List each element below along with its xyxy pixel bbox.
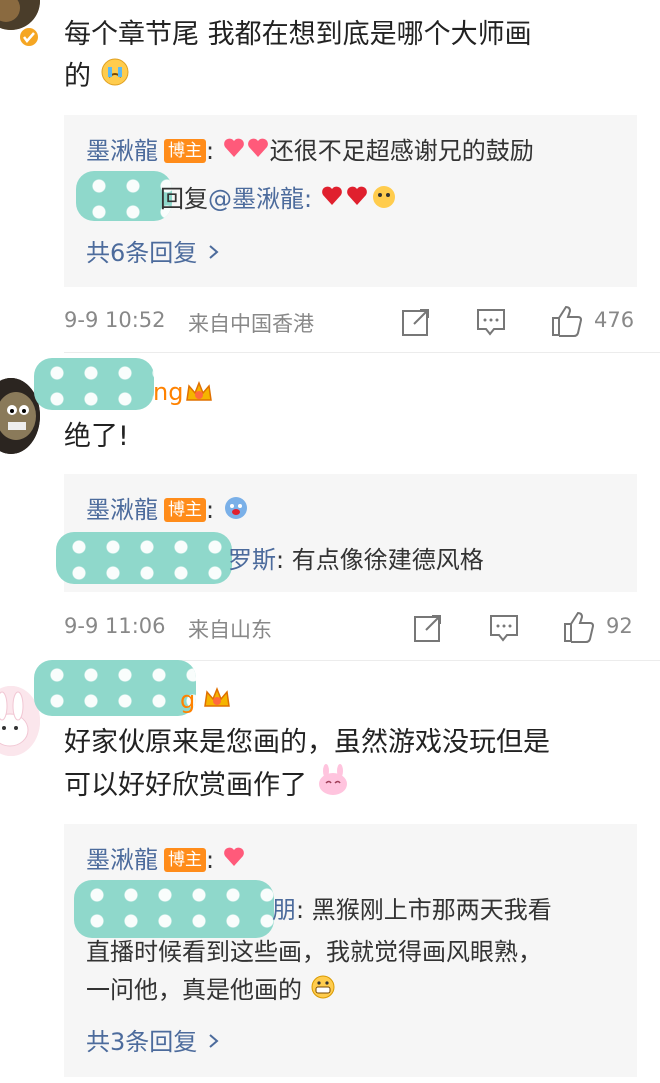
emoji-icon (222, 494, 250, 530)
bunny-emoji-icon (316, 764, 350, 809)
divider (64, 352, 660, 353)
crown-badge-icon (202, 684, 232, 716)
share-icon[interactable] (412, 612, 444, 648)
reply-text: 还很不足超感谢兄的鼓励 (269, 137, 534, 165)
author-badge: 博主 (164, 139, 206, 163)
reply-author[interactable]: 墨湫龍 (86, 137, 158, 165)
comment-time: 9-9 11:06 (64, 614, 166, 638)
comment-time: 9-9 10:52 (64, 308, 166, 332)
crown-badge-icon (184, 378, 214, 410)
like-count: 476 (594, 308, 635, 332)
more-chevron-icon (205, 1028, 223, 1056)
more-chevron-icon (205, 239, 223, 267)
reply-box[interactable]: 墨湫龍 博主: 还很不足超感谢兄的鼓励 回复@墨湫龍: 共6条回复 (64, 115, 637, 287)
grin-emoji-icon (310, 974, 336, 1010)
like-icon[interactable] (562, 610, 596, 648)
share-icon[interactable] (400, 306, 432, 342)
mention-link[interactable]: @墨湫龍: (208, 185, 312, 213)
blurred-username (74, 880, 274, 938)
reply-author[interactable]: 墨湫龍 (86, 496, 158, 524)
red-heart-emoji-icon (320, 183, 398, 219)
comment-icon[interactable] (488, 612, 520, 648)
username-suffix: ng (153, 378, 184, 406)
reply-box[interactable]: 墨湫龍 博主: 罗斯: 有点像徐建德风格 (56, 474, 637, 592)
blurred-username (76, 171, 172, 221)
view-replies-link[interactable]: 共3条回复 (86, 1022, 223, 1057)
reply-text: 一问他，真是他画的 (86, 976, 302, 1004)
like-icon[interactable] (550, 304, 584, 342)
comment-text: 好家伙原来是您画的，虽然游戏没玩但是 可以好好欣赏画作了 (64, 722, 550, 809)
comment-text: 绝了! (64, 421, 129, 452)
crying-emoji-icon (100, 57, 130, 100)
reply-text: : 有点像徐建德风格 (276, 546, 484, 574)
mention-link[interactable]: 朋 (272, 896, 296, 924)
comment-icon[interactable] (475, 306, 507, 342)
reply-box[interactable]: 墨湫龍 博主: 朋: 黑猴刚上市那两天我看 直播时候看到这些画，我就觉得画风眼熟，… (64, 824, 637, 1077)
comment-text: 每个章节尾 我都在想到底是哪个大师画 的 (64, 14, 532, 100)
blurred-username (56, 532, 232, 584)
author-badge: 博主 (164, 848, 206, 872)
heart-emoji-icon (222, 844, 248, 880)
reply-author[interactable]: 墨湫龍 (86, 846, 158, 874)
comment-location: 来自山东 (188, 618, 272, 642)
mention-link[interactable]: 罗斯 (228, 546, 276, 574)
reply-text: : 黑猴刚上市那两天我看 (296, 896, 552, 924)
view-replies-link[interactable]: 共6条回复 (86, 233, 223, 268)
verified-badge-icon (18, 26, 40, 52)
comment-location: 来自中国香港 (188, 312, 314, 336)
blurred-username (34, 660, 196, 716)
blurred-username (34, 358, 154, 410)
reply-text: 直播时候看到这些画，我就觉得画风眼熟， (86, 938, 542, 966)
like-count: 92 (606, 614, 633, 638)
username-suffix: g (180, 686, 196, 714)
heart-emoji-icon (222, 135, 270, 171)
author-badge: 博主 (164, 498, 206, 522)
